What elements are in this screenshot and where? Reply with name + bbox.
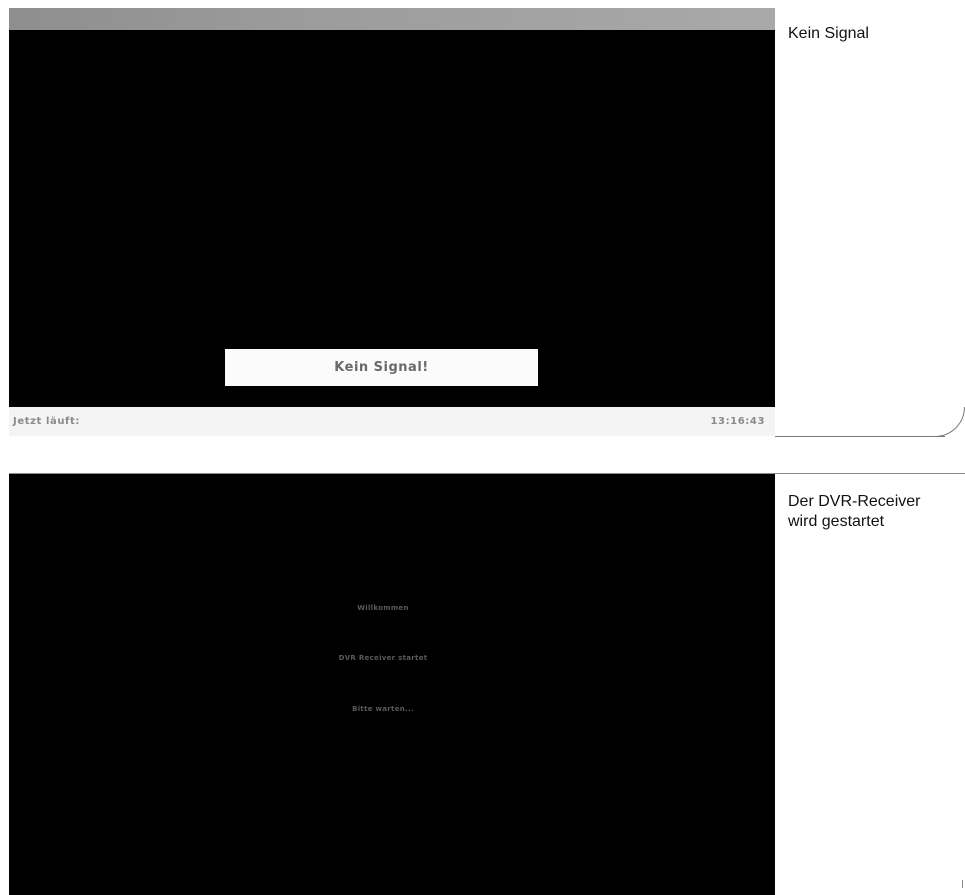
startup-caption-line1: Der DVR-Receiver <box>788 493 921 510</box>
welcome-text: Willkommen <box>357 604 409 612</box>
status-clock: 13:16:43 <box>710 416 765 427</box>
startup-caption-line2: wird gestartet <box>788 513 885 530</box>
no-signal-message: Kein Signal! <box>334 360 429 375</box>
now-playing-label: Jetzt läuft: <box>13 416 80 427</box>
starting-text: DVR Receiver startet <box>338 654 428 662</box>
no-signal-panel: Kein Signal! Jetzt läuft: 13:16:43 Kein … <box>0 0 965 437</box>
no-signal-caption: Kein Signal <box>788 24 965 44</box>
please-wait-text: Bitte warten... <box>352 705 414 713</box>
screen-top-bar <box>9 8 775 30</box>
panel-rounded-corner <box>935 407 965 437</box>
caption-text: Kein Signal <box>788 25 869 42</box>
startup-caption: Der DVR-Receiver wird gestartet <box>788 492 965 532</box>
page-corner-mark <box>958 880 963 888</box>
no-signal-message-box: Kein Signal! <box>225 349 538 386</box>
tv-screen-no-signal: Kein Signal! Jetzt läuft: 13:16:43 <box>9 8 775 436</box>
status-bar: Jetzt läuft: 13:16:43 <box>9 407 775 436</box>
panel-divider-line <box>775 436 945 437</box>
tv-screen-startup: Willkommen DVR Receiver startet Bitte wa… <box>9 474 775 895</box>
